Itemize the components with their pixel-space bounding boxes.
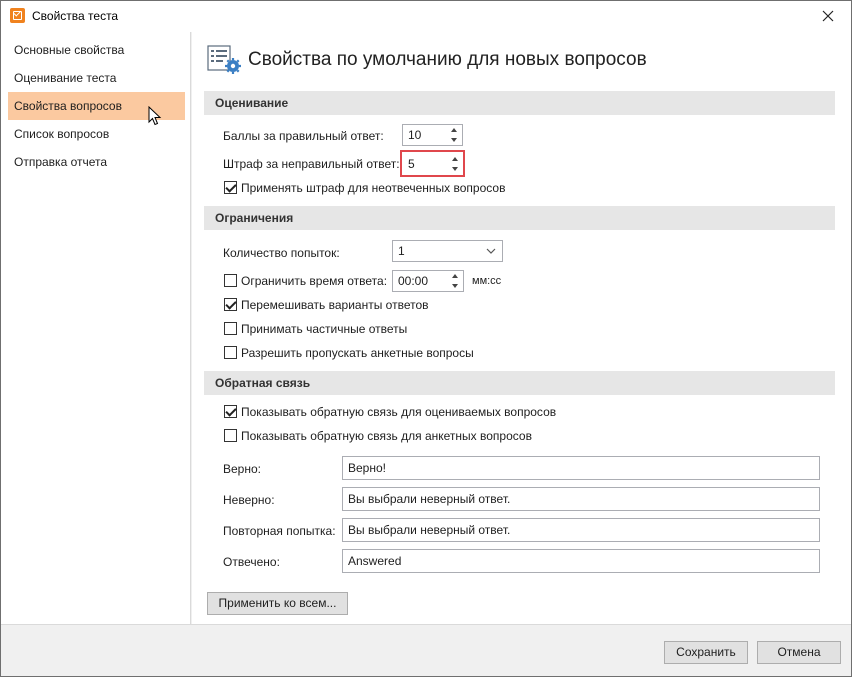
- chevron-down-icon: [486, 248, 496, 254]
- cancel-button[interactable]: Отмена: [757, 641, 841, 664]
- mouse-cursor-icon: [148, 106, 162, 126]
- show-graded-feedback-label: Показывать обратную связь для оцениваемы…: [241, 405, 557, 419]
- stepper-arrows-icon[interactable]: [451, 155, 461, 173]
- settings-list-icon: [207, 45, 241, 74]
- answered-feedback-input[interactable]: Answered: [342, 549, 820, 573]
- dialog-window: Свойства теста Основные свойства Оценива…: [0, 0, 852, 677]
- time-limit-stepper[interactable]: 00:00: [392, 270, 464, 292]
- attempts-label: Количество попыток:: [223, 246, 340, 260]
- apply-to-all-button[interactable]: Применить ко всем...: [207, 592, 348, 615]
- retry-feedback-input[interactable]: Вы выбрали неверный ответ.: [342, 518, 820, 542]
- main-panel: Свойства по умолчанию для новых вопросов…: [192, 32, 851, 624]
- penalty-value: 5: [408, 157, 415, 171]
- penalty-stepper[interactable]: 5: [400, 150, 465, 177]
- show-survey-feedback-label: Показывать обратную связь для анкетных в…: [241, 429, 532, 443]
- correct-points-stepper[interactable]: 10: [402, 124, 463, 146]
- section-header-limits: Ограничения: [204, 206, 835, 230]
- skip-survey-checkbox[interactable]: [224, 346, 237, 359]
- time-value: 00:00: [398, 274, 429, 288]
- penalty-label: Штраф за неправильный ответ:: [223, 157, 400, 171]
- correct-feedback-input[interactable]: Верно!: [342, 456, 820, 480]
- section-header-scoring: Оценивание: [204, 91, 835, 115]
- show-survey-feedback-checkbox[interactable]: [224, 429, 237, 442]
- stepper-arrows-icon[interactable]: [450, 126, 460, 144]
- limit-time-label: Ограничить время ответа:: [241, 274, 388, 288]
- close-button[interactable]: [809, 1, 847, 31]
- shuffle-answers-checkbox[interactable]: [224, 298, 237, 311]
- footer-bar: Сохранить Отмена: [1, 624, 851, 676]
- incorrect-feedback-label: Неверно:: [223, 493, 275, 507]
- close-icon: [822, 10, 834, 22]
- app-icon: [10, 8, 25, 23]
- attempts-value: 1: [398, 244, 405, 258]
- show-graded-feedback-checkbox[interactable]: [224, 405, 237, 418]
- apply-penalty-label: Применять штраф для неотвеченных вопросо…: [241, 181, 506, 195]
- answered-feedback-label: Отвечено:: [223, 555, 280, 569]
- title-bar: Свойства теста: [1, 1, 851, 32]
- limit-time-checkbox[interactable]: [224, 274, 237, 287]
- save-button[interactable]: Сохранить: [664, 641, 748, 664]
- correct-points-value: 10: [408, 128, 422, 142]
- incorrect-feedback-input[interactable]: Вы выбрали неверный ответ.: [342, 487, 820, 511]
- sidebar-item-basic[interactable]: Основные свойства: [8, 36, 185, 64]
- window-title: Свойства теста: [32, 9, 119, 23]
- sidebar: Основные свойства Оценивание теста Свойс…: [1, 32, 191, 624]
- partial-answers-checkbox[interactable]: [224, 322, 237, 335]
- page-title: Свойства по умолчанию для новых вопросов: [248, 49, 647, 70]
- time-unit-label: мм:сс: [472, 275, 502, 287]
- apply-penalty-checkbox[interactable]: [224, 181, 237, 194]
- skip-survey-label: Разрешить пропускать анкетные вопросы: [241, 346, 474, 360]
- shuffle-answers-label: Перемешивать варианты ответов: [241, 298, 429, 312]
- section-header-feedback: Обратная связь: [204, 371, 835, 395]
- sidebar-item-scoring[interactable]: Оценивание теста: [8, 64, 185, 92]
- stepper-arrows-icon[interactable]: [451, 272, 461, 290]
- attempts-dropdown[interactable]: 1: [392, 240, 503, 262]
- correct-points-label: Баллы за правильный ответ:: [223, 129, 384, 143]
- retry-feedback-label: Повторная попытка:: [223, 524, 336, 538]
- correct-feedback-label: Верно:: [223, 462, 261, 476]
- partial-answers-label: Принимать частичные ответы: [241, 322, 408, 336]
- sidebar-item-report[interactable]: Отправка отчета: [8, 148, 185, 176]
